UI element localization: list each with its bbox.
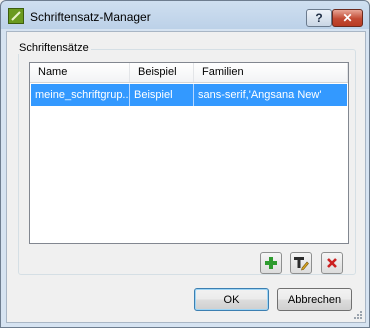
- cell-name: meine_schriftgrup...: [31, 84, 130, 106]
- dialog-body: Schriftensätze Name Beispiel Familien me…: [6, 31, 366, 323]
- add-icon: [265, 257, 277, 269]
- fontsets-list[interactable]: Name Beispiel Familien meine_schriftgrup…: [29, 62, 349, 244]
- column-header-example[interactable]: Beispiel: [130, 63, 194, 82]
- edit-font-button[interactable]: [290, 252, 312, 274]
- add-button[interactable]: [260, 252, 282, 274]
- ok-button[interactable]: OK: [194, 288, 269, 311]
- title-bar[interactable]: Schriftensatz-Manager ? ✕: [1, 1, 369, 31]
- group-label: Schriftensätze: [17, 42, 91, 54]
- cell-families: sans-serif,'Angsana New': [198, 89, 322, 101]
- cell-example: Beispiel: [130, 84, 194, 106]
- delete-icon: [327, 258, 337, 268]
- cancel-button[interactable]: Abbrechen: [277, 288, 352, 311]
- column-header-families[interactable]: Familien: [194, 63, 348, 82]
- window-title: Schriftensatz-Manager: [30, 10, 151, 24]
- resize-grip-icon[interactable]: [353, 310, 363, 320]
- close-button[interactable]: ✕: [332, 9, 363, 27]
- list-header: Name Beispiel Familien: [30, 63, 348, 83]
- dialog-window: Schriftensatz-Manager ? ✕ Schriftensätze…: [0, 0, 370, 328]
- table-row[interactable]: meine_schriftgrup... Beispiel sans-serif…: [31, 84, 347, 106]
- delete-button[interactable]: [321, 252, 343, 274]
- help-button[interactable]: ?: [306, 9, 332, 27]
- app-icon: [8, 8, 24, 24]
- edit-font-icon: [294, 257, 309, 271]
- column-header-name[interactable]: Name: [30, 63, 130, 82]
